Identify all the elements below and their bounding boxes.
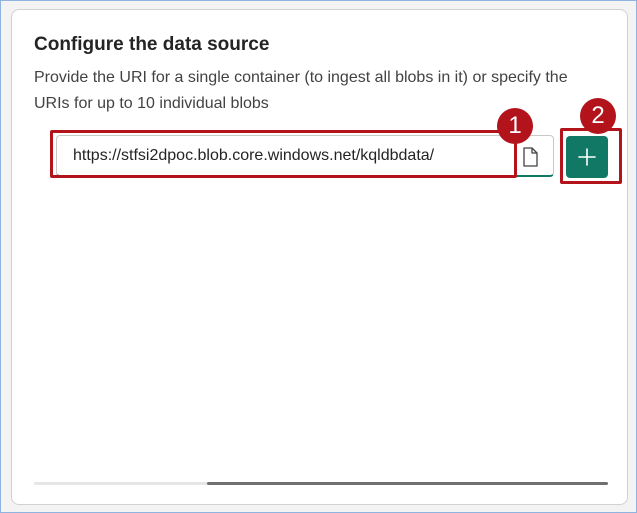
annotation-badge-2: 2 [580, 98, 616, 134]
annotation-highlight-uri [50, 130, 517, 178]
document-icon[interactable] [521, 147, 539, 167]
window-frame: Configure the data source Provide the UR… [0, 0, 637, 513]
configure-panel: Configure the data source Provide the UR… [11, 9, 628, 505]
annotation-highlight-add [560, 128, 622, 184]
scrollbar-thumb[interactable] [207, 482, 608, 485]
horizontal-scrollbar[interactable] [34, 482, 608, 485]
annotation-badge-1: 1 [497, 108, 533, 144]
panel-title: Configure the data source [34, 34, 270, 55]
